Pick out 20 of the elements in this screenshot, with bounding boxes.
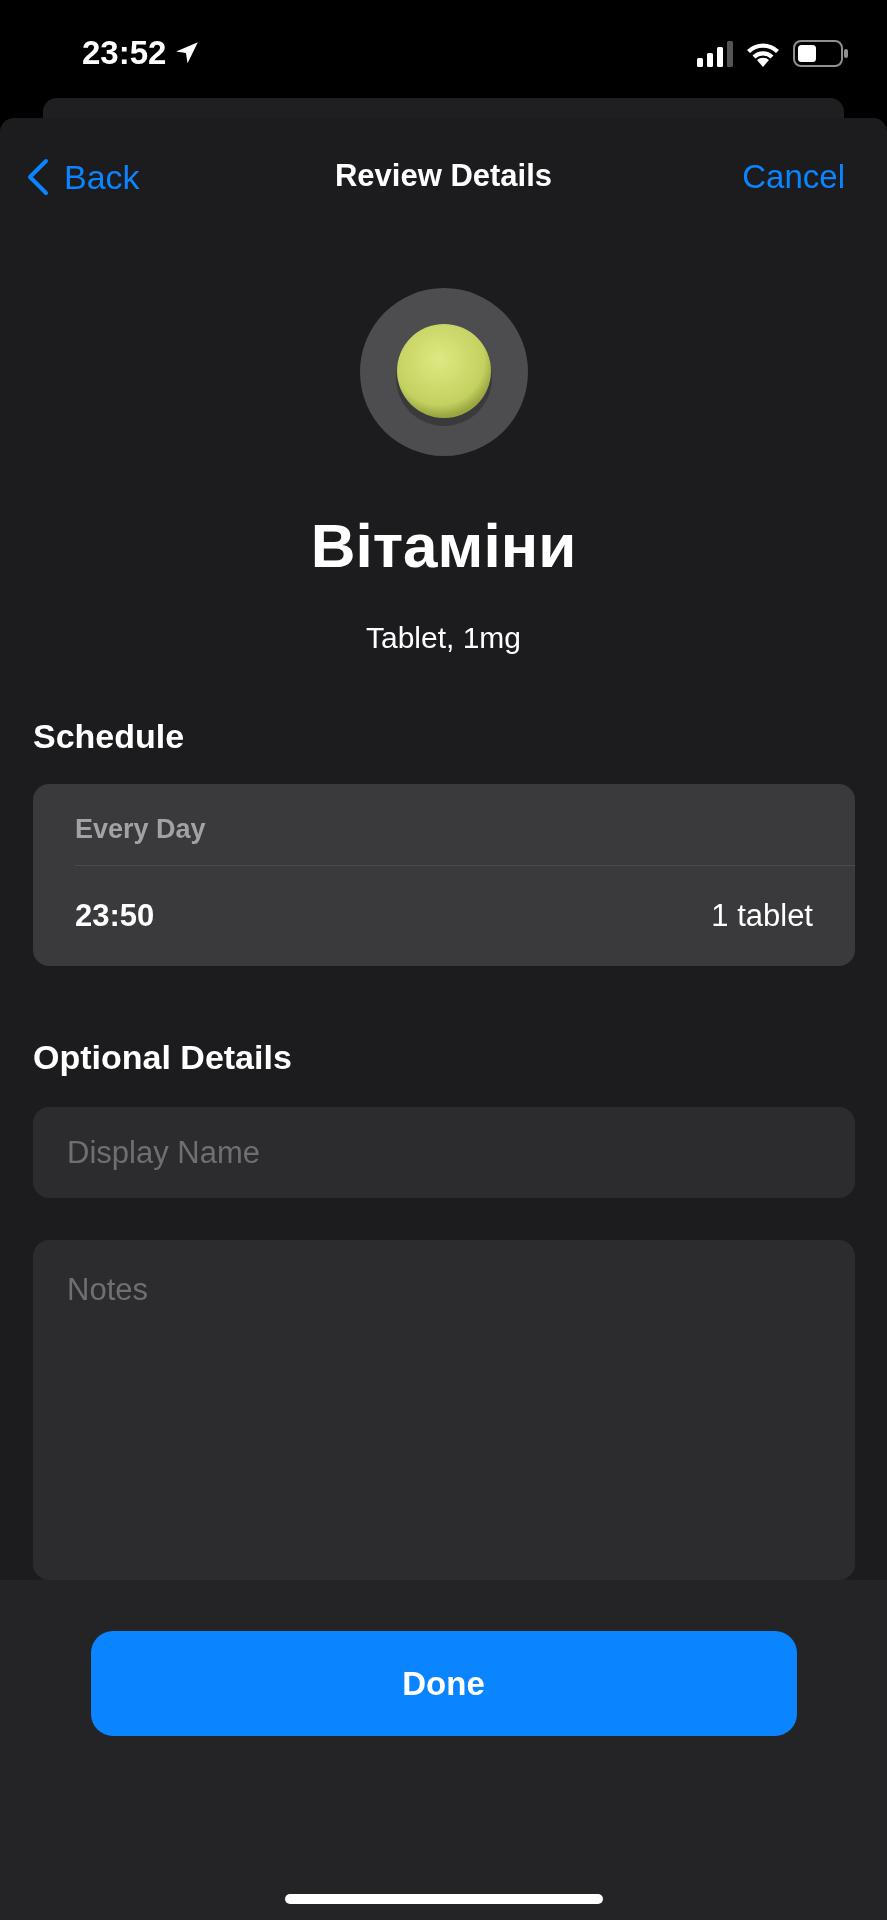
medication-name: Вітаміни (309, 510, 578, 581)
location-arrow-icon (174, 40, 201, 66)
section-heading: Optional Details (33, 1038, 293, 1077)
chevron-left-icon (26, 158, 50, 196)
status-time: 23:52 (82, 34, 167, 72)
schedule-card[interactable]: Every Day 23:50 1 tablet (33, 784, 855, 966)
display-name-field[interactable]: Display Name (33, 1107, 855, 1198)
schedule-frequency: Every Day (75, 813, 207, 846)
back-button[interactable]: Back (26, 157, 140, 197)
nav-title: Review Details (334, 158, 553, 193)
battery-icon (793, 40, 849, 67)
notes-field[interactable]: Notes (33, 1240, 855, 1580)
dose-time: 23:50 (75, 898, 155, 934)
section-heading: Schedule (33, 717, 186, 756)
medication-description: Tablet, 1mg (364, 621, 523, 655)
signal-icon (697, 40, 733, 67)
done-button[interactable]: Done (90, 1631, 797, 1736)
dose-amount: 1 tablet (711, 898, 813, 934)
cancel-button[interactable]: Cancel (742, 158, 845, 196)
pill-icon (359, 288, 528, 456)
